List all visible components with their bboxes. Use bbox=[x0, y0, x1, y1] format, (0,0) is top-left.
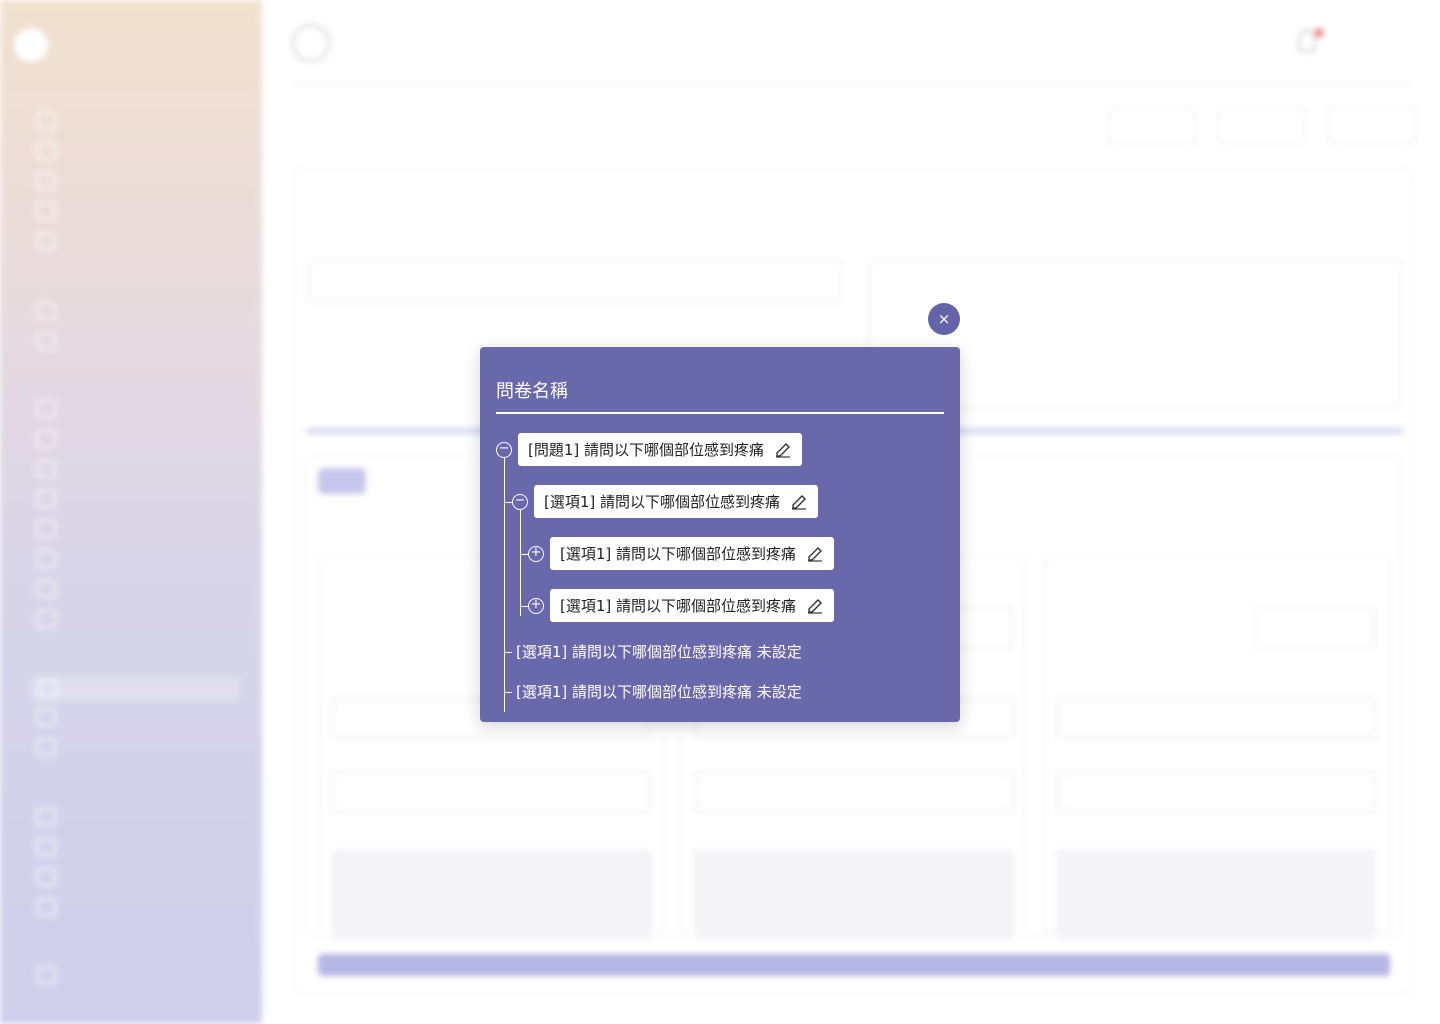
avatar bbox=[292, 24, 330, 62]
sidebar-item[interactable] bbox=[36, 520, 56, 538]
node-label: [選項1] 請問以下哪個部位感到疼痛 bbox=[560, 597, 797, 615]
tree-connector bbox=[520, 554, 528, 555]
tree-connector bbox=[520, 510, 521, 616]
close-icon: × bbox=[937, 310, 951, 328]
menu-icon bbox=[36, 302, 56, 320]
menu-icon bbox=[36, 232, 56, 250]
option-input[interactable] bbox=[696, 772, 1014, 812]
menu-icon bbox=[36, 490, 56, 508]
sidebar-item[interactable] bbox=[36, 172, 56, 190]
sidebar-item[interactable] bbox=[36, 202, 56, 220]
menu-icon bbox=[36, 112, 56, 130]
menu-icon bbox=[36, 868, 56, 886]
menu-icon bbox=[36, 898, 56, 916]
modal-close-button[interactable]: × bbox=[928, 303, 960, 335]
menu-icon bbox=[38, 680, 58, 698]
tree-node-unset[interactable]: [選項1] 請問以下哪個部位感到疼痛 未設定 bbox=[516, 641, 802, 662]
modal-title: 問卷名稱 bbox=[496, 381, 568, 402]
brand-logo-icon bbox=[14, 28, 48, 62]
menu-icon bbox=[36, 520, 56, 538]
sidebar-item[interactable] bbox=[36, 898, 56, 916]
sidebar-item[interactable] bbox=[36, 550, 56, 568]
sidebar-item[interactable] bbox=[36, 966, 56, 984]
menu-icon bbox=[36, 708, 56, 726]
option-input[interactable] bbox=[332, 772, 650, 812]
menu-icon bbox=[36, 580, 56, 598]
notification-dot bbox=[1314, 28, 1324, 38]
tree-connector bbox=[504, 652, 512, 653]
option-note[interactable] bbox=[694, 850, 1014, 940]
tree-connector bbox=[504, 692, 512, 693]
edit-icon[interactable] bbox=[790, 493, 808, 511]
sidebar-item[interactable] bbox=[36, 112, 56, 130]
edit-icon[interactable] bbox=[806, 545, 824, 563]
tree-node-option[interactable]: [選項1] 請問以下哪個部位感到疼痛 bbox=[550, 537, 835, 570]
sidebar-item[interactable] bbox=[36, 332, 56, 350]
tree-node-unset[interactable]: [選項1] 請問以下哪個部位感到疼痛 未設定 bbox=[516, 681, 802, 702]
sidebar-item[interactable] bbox=[36, 302, 56, 320]
sidebar-item[interactable] bbox=[36, 708, 56, 726]
add-option-bar[interactable] bbox=[318, 954, 1390, 976]
menu-icon bbox=[36, 550, 56, 568]
edit-icon[interactable] bbox=[806, 597, 824, 615]
sidebar-item-active[interactable] bbox=[30, 676, 240, 702]
sidebar-item[interactable] bbox=[36, 580, 56, 598]
tree-connector bbox=[504, 458, 505, 712]
name-input[interactable] bbox=[308, 260, 842, 302]
sidebar bbox=[0, 0, 262, 1024]
expand-toggle[interactable]: + bbox=[528, 598, 544, 614]
sidebar-item[interactable] bbox=[36, 142, 56, 160]
menu-icon bbox=[36, 400, 56, 418]
sidebar-item[interactable] bbox=[36, 490, 56, 508]
sidebar-item[interactable] bbox=[36, 610, 56, 628]
option-input[interactable] bbox=[1058, 772, 1376, 812]
question-tree-modal: 問卷名稱 − [問題1] 請問以下哪個部位感到疼痛 − [選項1] 請問以下哪個… bbox=[480, 347, 960, 722]
tree-connector bbox=[520, 606, 528, 607]
sidebar-item[interactable] bbox=[36, 808, 56, 826]
node-label: [選項1] 請問以下哪個部位感到疼痛 bbox=[560, 545, 797, 563]
sidebar-item[interactable] bbox=[36, 430, 56, 448]
node-label: [選項1] 請問以下哪個部位感到疼痛 bbox=[544, 493, 781, 511]
sidebar-item[interactable] bbox=[36, 738, 56, 756]
title-underline bbox=[496, 412, 944, 414]
option-input[interactable] bbox=[1058, 698, 1376, 738]
menu-icon bbox=[36, 202, 56, 220]
menu-icon bbox=[36, 808, 56, 826]
menu-icon bbox=[36, 966, 56, 984]
question-tag bbox=[318, 468, 366, 494]
sidebar-item[interactable] bbox=[36, 232, 56, 250]
tree-node-question[interactable]: [問題1] 請問以下哪個部位感到疼痛 bbox=[518, 433, 803, 466]
tree-node-option[interactable]: [選項1] 請問以下哪個部位感到疼痛 bbox=[550, 589, 835, 622]
sidebar-item[interactable] bbox=[36, 460, 56, 478]
sidebar-item[interactable] bbox=[36, 868, 56, 886]
tree-connector bbox=[504, 502, 512, 503]
topbar bbox=[292, 22, 1416, 86]
toolbar-button[interactable] bbox=[1108, 108, 1196, 144]
option-select[interactable] bbox=[1254, 608, 1374, 648]
menu-icon bbox=[36, 460, 56, 478]
toolbar-button[interactable] bbox=[1218, 108, 1306, 144]
sidebar-item[interactable] bbox=[36, 838, 56, 856]
menu-icon bbox=[36, 430, 56, 448]
menu-icon bbox=[36, 610, 56, 628]
option-note[interactable] bbox=[332, 850, 652, 940]
menu-icon bbox=[36, 172, 56, 190]
collapse-toggle[interactable]: − bbox=[512, 494, 528, 510]
expand-toggle[interactable]: + bbox=[528, 546, 544, 562]
node-label: [問題1] 請問以下哪個部位感到疼痛 bbox=[528, 441, 765, 459]
edit-icon[interactable] bbox=[774, 441, 792, 459]
sidebar-item[interactable] bbox=[36, 400, 56, 418]
collapse-toggle[interactable]: − bbox=[496, 442, 512, 458]
toolbar-button[interactable] bbox=[1328, 108, 1416, 144]
menu-icon bbox=[36, 142, 56, 160]
tree-node-option[interactable]: [選項1] 請問以下哪個部位感到疼痛 bbox=[534, 485, 819, 518]
menu-icon bbox=[36, 332, 56, 350]
option-note[interactable] bbox=[1056, 850, 1376, 940]
menu-icon bbox=[36, 738, 56, 756]
sidebar-brand bbox=[14, 28, 60, 62]
menu-icon bbox=[36, 838, 56, 856]
